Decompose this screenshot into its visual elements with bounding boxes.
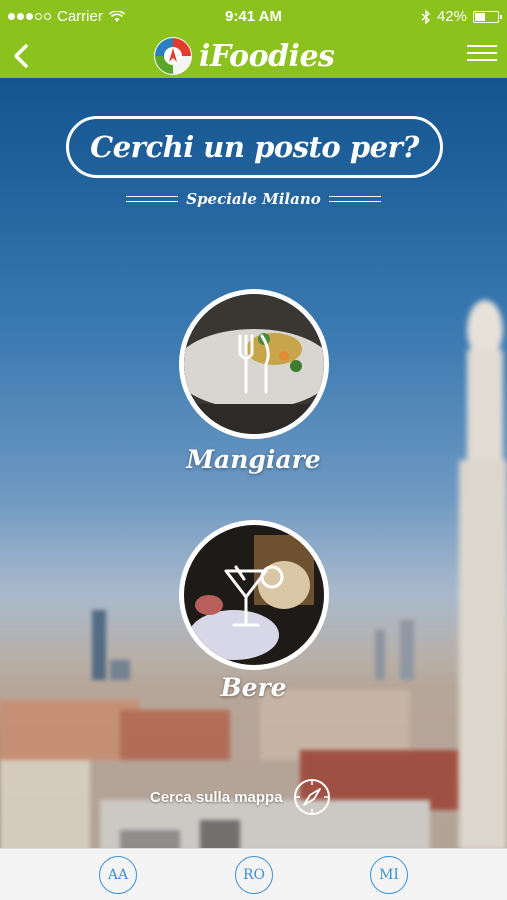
app-name: iFoodies — [199, 38, 335, 74]
compass-icon — [293, 779, 330, 815]
title-banner: Cerchi un posto per? — [66, 116, 443, 178]
back-button[interactable] — [8, 38, 38, 74]
battery-icon — [473, 10, 502, 23]
battery-info: 42% — [421, 8, 502, 25]
hamburger-menu-icon — [467, 45, 497, 61]
map-search-label: Cerca sulla mappa — [150, 788, 283, 806]
chevron-left-icon — [14, 44, 28, 68]
divider-left — [126, 196, 179, 202]
fork-knife-icon — [238, 334, 270, 394]
page-subtitle: Speciale Milano — [186, 190, 321, 208]
category-label: Mangiare — [186, 445, 321, 474]
page-title: Cerchi un posto per? — [90, 130, 419, 164]
category-bere[interactable]: Bere — [0, 520, 507, 710]
battery-fill — [475, 12, 486, 21]
city-button-ro[interactable]: RO — [235, 856, 273, 894]
subtitle-row: Speciale Milano — [0, 190, 507, 208]
map-search-button[interactable]: Cerca sulla mappa — [150, 776, 360, 818]
city-button-mi[interactable]: MI — [370, 856, 408, 894]
category-image-food[interactable] — [179, 289, 329, 439]
compass-logo-icon — [154, 37, 192, 75]
bluetooth-icon — [421, 9, 430, 24]
divider-right — [328, 196, 381, 202]
menu-button[interactable] — [467, 40, 497, 70]
app-logo: iFoodies — [153, 34, 335, 78]
bottom-tab-bar: AA RO MI — [0, 848, 507, 900]
category-label: Bere — [220, 673, 287, 702]
category-mangiare[interactable]: Mangiare — [0, 289, 507, 489]
category-image-drinks[interactable] — [179, 520, 329, 670]
city-button-aa[interactable]: AA — [99, 856, 137, 894]
battery-percent: 42% — [436, 8, 467, 25]
nav-bar: iFoodies — [0, 34, 507, 78]
status-bar: Carrier 9:41 AM 42% — [0, 0, 507, 34]
cocktail-icon — [224, 565, 284, 627]
